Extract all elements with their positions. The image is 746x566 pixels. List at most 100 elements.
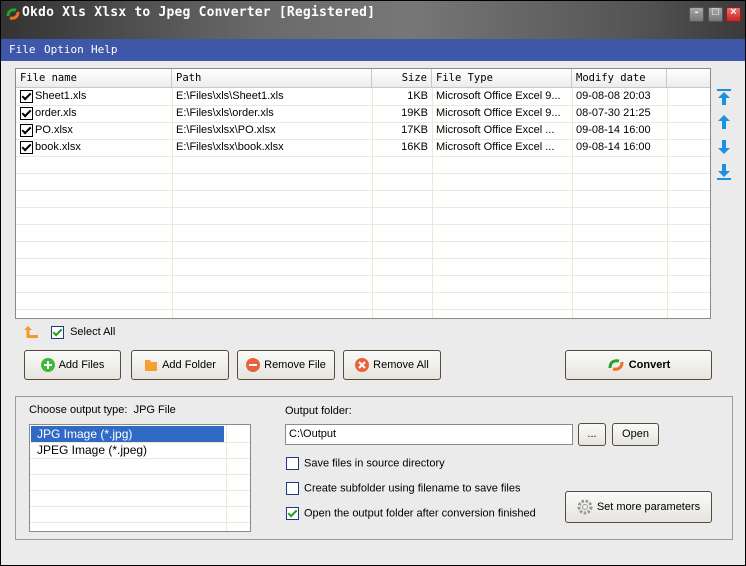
close-icon: ×: [730, 6, 737, 18]
column-size[interactable]: Size: [372, 69, 432, 87]
folder-icon: [145, 360, 158, 372]
column-path[interactable]: Path: [172, 69, 372, 87]
column-file-name[interactable]: File name: [16, 69, 172, 87]
select-all-checkbox[interactable]: Select All: [51, 326, 115, 339]
path-cell: E:\Files\xlsx\PO.xlsx: [176, 124, 276, 136]
remove-all-label: Remove All: [373, 359, 429, 371]
modify-date-cell: 09-08-14 16:00: [576, 124, 651, 136]
column-file-type[interactable]: File Type: [432, 69, 572, 87]
app-logo-icon: [6, 8, 20, 20]
save-in-source-option[interactable]: Save files in source directory: [286, 457, 445, 470]
output-type-item[interactable]: JPEG Image (*.jpeg): [30, 442, 250, 459]
path-cell: E:\Files\xls\order.xls: [176, 107, 274, 119]
browse-button[interactable]: ...: [578, 423, 606, 446]
file-list[interactable]: File name Path Size File Type Modify dat…: [15, 68, 711, 319]
app-window: Okdo Xls Xlsx to Jpeg Converter [Registe…: [0, 0, 746, 566]
output-type-list[interactable]: JPEG Image (*.jpeg) JPG Image (*.jpg): [29, 424, 251, 532]
save-in-source-checkbox[interactable]: [286, 457, 299, 470]
open-output-folder-checkbox[interactable]: [286, 507, 299, 520]
grid-line: [226, 425, 227, 531]
add-folder-label: Add Folder: [162, 359, 216, 371]
path-cell: E:\Files\xlsx\book.xlsx: [176, 141, 284, 153]
file-row[interactable]: PO.xlsx E:\Files\xlsx\PO.xlsx 17KB Microsof…: [16, 122, 710, 140]
empty-row: [16, 241, 710, 259]
size-cell: 16KB: [401, 141, 428, 153]
output-type-item[interactable]: JPG Image (*.jpg): [30, 426, 250, 443]
menu-bar: File Option Help: [1, 39, 745, 61]
empty-row: [30, 474, 250, 491]
modify-date-cell: 09-08-08 20:03: [576, 90, 651, 102]
file-row-checkbox[interactable]: [20, 140, 33, 154]
file-type-cell: Microsoft Office Excel 9...: [436, 107, 561, 119]
add-folder-button[interactable]: Add Folder: [131, 350, 229, 380]
move-down-icon[interactable]: [716, 138, 732, 156]
empty-row: [16, 292, 710, 310]
file-row[interactable]: Sheet1.xls E:\Files\xls\Sheet1.xls 1KB Micr…: [16, 88, 710, 106]
empty-row: [30, 522, 250, 531]
empty-row: [30, 458, 250, 475]
set-more-parameters-button[interactable]: Set more parameters: [565, 491, 712, 523]
remove-all-button[interactable]: Remove All: [343, 350, 441, 380]
minimize-icon: -: [694, 6, 699, 18]
menu-file[interactable]: File: [9, 43, 36, 56]
window-title: Okdo Xls Xlsx to Jpeg Converter [Registe…: [22, 5, 376, 20]
menu-option[interactable]: Option: [44, 43, 84, 56]
maximize-icon: □: [712, 6, 719, 18]
size-cell: 1KB: [407, 90, 428, 102]
add-files-label: Add Files: [58, 359, 105, 371]
create-subfolder-option[interactable]: Create subfolder using filename to save …: [286, 482, 520, 495]
up-folder-icon[interactable]: [23, 325, 39, 339]
file-name-text: order.xls: [35, 107, 77, 119]
empty-row: [16, 275, 710, 293]
file-name-cell: order.xls: [16, 105, 172, 122]
column-spacer: [667, 69, 710, 87]
empty-row: [16, 258, 710, 276]
close-button[interactable]: ×: [726, 6, 741, 22]
file-name-cell: PO.xlsx: [16, 122, 172, 139]
create-subfolder-checkbox[interactable]: [286, 482, 299, 495]
output-folder-input[interactable]: C:\Output: [285, 424, 573, 445]
file-row[interactable]: order.xls E:\Files\xls\order.xls 19KB Micro…: [16, 105, 710, 123]
open-output-folder-option[interactable]: Open the output folder after conversion …: [286, 507, 536, 520]
file-row[interactable]: book.xlsx E:\Files\xlsx\book.xlsx 16KB Micr…: [16, 139, 710, 157]
save-in-source-label: Save files in source directory: [304, 457, 445, 470]
file-name-text: book.xlsx: [35, 141, 81, 153]
remove-icon: [246, 358, 261, 373]
empty-row: [16, 224, 710, 242]
move-up-icon[interactable]: [716, 113, 732, 131]
file-row-checkbox[interactable]: [20, 123, 33, 137]
modify-date-cell: 09-08-14 16:00: [576, 141, 651, 153]
column-modify-date[interactable]: Modify date: [572, 69, 667, 87]
file-name-text: Sheet1.xls: [35, 90, 87, 102]
open-folder-button[interactable]: Open: [612, 423, 659, 446]
output-type-label: JPEG Image (*.jpeg): [37, 443, 148, 457]
file-row-checkbox[interactable]: [20, 106, 33, 120]
minimize-button[interactable]: -: [689, 6, 704, 22]
add-files-button[interactable]: Add Files: [24, 350, 121, 380]
select-all-label: Select All: [70, 326, 116, 339]
move-top-icon[interactable]: [716, 88, 732, 106]
remove-file-button[interactable]: Remove File: [237, 350, 335, 380]
empty-row: [30, 506, 250, 523]
create-subfolder-label: Create subfolder using filename to save …: [304, 482, 521, 495]
menu-help[interactable]: Help: [91, 43, 118, 56]
file-name-cell: Sheet1.xls: [16, 88, 172, 105]
file-name-cell: book.xlsx: [16, 139, 172, 156]
size-cell: 19KB: [401, 107, 428, 119]
empty-row: [16, 207, 710, 225]
empty-row: [16, 173, 710, 191]
modify-date-cell: 08-07-30 21:25: [576, 107, 651, 119]
remove-file-label: Remove File: [264, 359, 326, 371]
move-bottom-icon[interactable]: [716, 163, 732, 181]
empty-row: [16, 190, 710, 208]
size-cell: 17KB: [401, 124, 428, 136]
empty-row: [16, 156, 710, 174]
convert-label: Convert: [628, 359, 671, 371]
file-row-checkbox[interactable]: [20, 89, 33, 103]
maximize-button[interactable]: □: [708, 6, 723, 22]
convert-button[interactable]: Convert: [565, 350, 712, 380]
remove-all-icon: [355, 358, 370, 373]
gear-icon: [577, 499, 593, 515]
add-icon: [40, 358, 55, 373]
title-bar[interactable]: Okdo Xls Xlsx to Jpeg Converter [Registe…: [1, 1, 745, 39]
